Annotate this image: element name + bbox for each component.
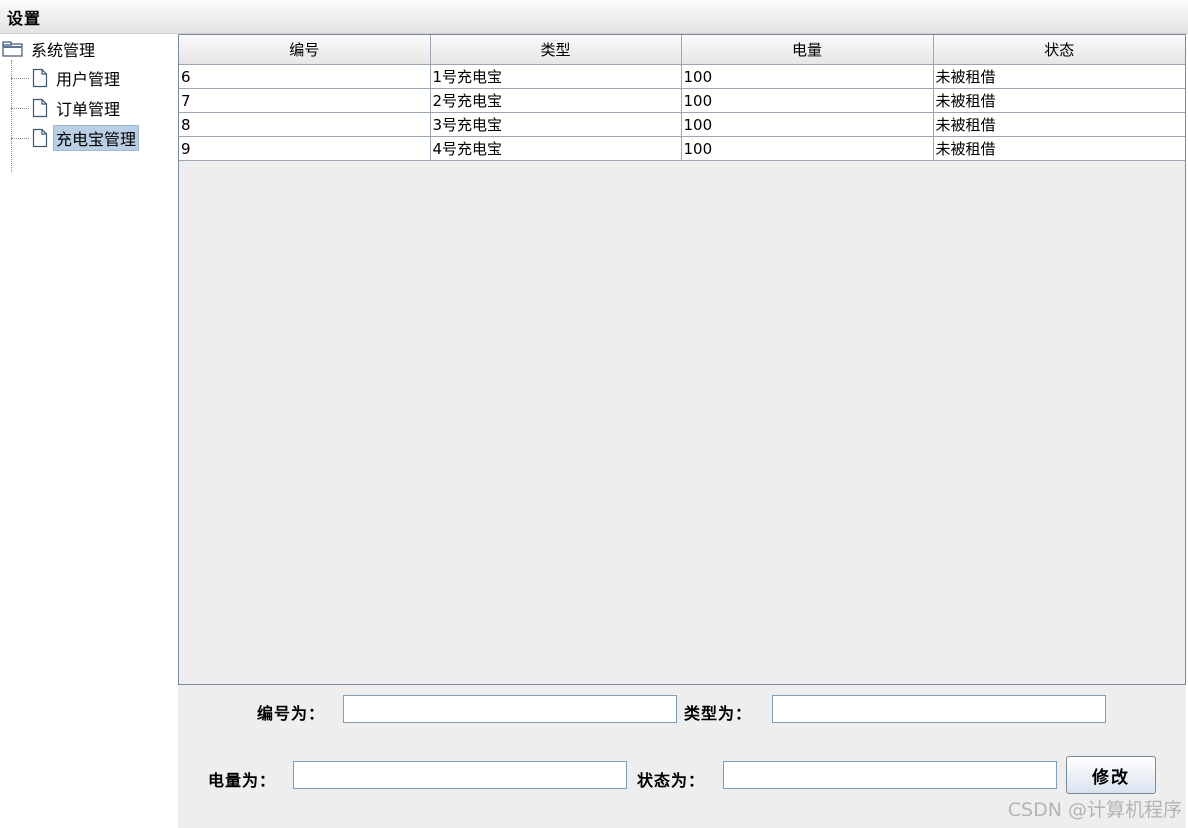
document-icon: [32, 128, 48, 148]
cell-status[interactable]: 未被租借: [932, 136, 1185, 161]
column-header-status[interactable]: 状态: [933, 35, 1185, 65]
tree-node-user-management[interactable]: 用户管理: [32, 67, 123, 89]
cell-status[interactable]: 未被租借: [932, 64, 1185, 89]
column-header-type[interactable]: 类型: [430, 35, 682, 65]
menu-settings[interactable]: 设置: [7, 5, 41, 29]
cell-battery[interactable]: 100: [680, 112, 934, 137]
column-header-id[interactable]: 编号: [179, 35, 431, 65]
modify-button[interactable]: 修改: [1066, 756, 1156, 794]
cell-id[interactable]: 9: [179, 136, 431, 161]
table-row[interactable]: 8 3号充电宝 100 未被租借: [179, 112, 1185, 137]
cell-battery[interactable]: 100: [680, 88, 934, 113]
tree-node-label: 充电宝管理: [53, 125, 140, 151]
cell-type[interactable]: 1号充电宝: [429, 64, 682, 89]
folder-open-icon: [2, 41, 23, 57]
tree-connector: [11, 108, 29, 109]
cell-id[interactable]: 6: [179, 64, 431, 89]
status-input[interactable]: [723, 761, 1057, 789]
type-input[interactable]: [772, 695, 1106, 723]
battery-label: 电量为：: [208, 771, 277, 790]
status-label: 状态为：: [637, 771, 706, 790]
type-label: 类型为：: [684, 704, 753, 723]
cell-id[interactable]: 7: [179, 88, 431, 113]
cell-battery[interactable]: 100: [680, 136, 934, 161]
powerbank-table: 编号 类型 电量 状态 6 1号充电宝 100 未被租借 7 2号充电宝 100…: [178, 34, 1186, 685]
cell-status[interactable]: 未被租借: [932, 112, 1185, 137]
cell-type[interactable]: 3号充电宝: [429, 112, 682, 137]
battery-input[interactable]: [293, 761, 627, 789]
navigation-tree: 系统管理 用户管理 订单管理 充电宝管理: [0, 34, 178, 828]
table-row[interactable]: 9 4号充电宝 100 未被租借: [179, 136, 1185, 161]
tree-connector: [11, 138, 29, 139]
tree-node-order-management[interactable]: 订单管理: [32, 97, 123, 119]
data-grid: 编号 类型 电量 状态 6 1号充电宝 100 未被租借 7 2号充电宝 100…: [179, 35, 1185, 161]
menu-bar: 设置: [0, 0, 1188, 34]
cell-type[interactable]: 4号充电宝: [429, 136, 682, 161]
tree-node-label: 系统管理: [31, 41, 96, 60]
tree-node-label: 订单管理: [56, 100, 121, 119]
column-header-battery[interactable]: 电量: [681, 35, 934, 65]
document-icon: [32, 98, 48, 118]
tree-node-label: 用户管理: [56, 70, 121, 89]
tree-node-powerbank-management[interactable]: 充电宝管理: [32, 125, 140, 151]
cell-status[interactable]: 未被租借: [932, 88, 1185, 113]
watermark-text: CSDN @计算机程序: [1007, 799, 1182, 821]
tree-connector: [11, 78, 29, 79]
id-label: 编号为：: [257, 704, 326, 723]
table-header-row: 编号 类型 电量 状态: [179, 35, 1185, 65]
cell-type[interactable]: 2号充电宝: [429, 88, 682, 113]
tree-connector-vertical: [11, 60, 12, 172]
table-row[interactable]: 6 1号充电宝 100 未被租借: [179, 64, 1185, 89]
document-icon: [32, 68, 48, 88]
id-input[interactable]: [343, 695, 677, 723]
table-row[interactable]: 7 2号充电宝 100 未被租借: [179, 88, 1185, 113]
cell-battery[interactable]: 100: [680, 64, 934, 89]
cell-id[interactable]: 8: [179, 112, 431, 137]
tree-node-system-management[interactable]: 系统管理: [2, 38, 98, 60]
